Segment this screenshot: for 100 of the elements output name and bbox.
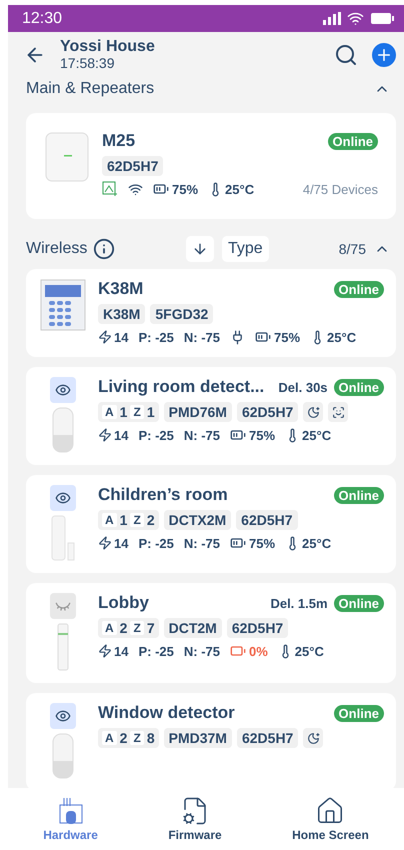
closed-eye-icon[interactable]: [50, 593, 76, 619]
device-name: Window detector: [98, 703, 236, 723]
sort-direction-button[interactable]: [186, 236, 214, 262]
device-count: 4/75 Devices: [302, 182, 378, 196]
zone-number: 8: [146, 730, 155, 746]
status-badge: Online: [334, 704, 384, 722]
n-value: N: -75: [184, 428, 220, 442]
device-card[interactable]: Living room detect... Del. 30s Online A 1 Z 1 PMD76M 62D5H7 14 P: -25 N: -75 75% 25°C: [26, 367, 396, 465]
device-name: K38M: [98, 279, 144, 299]
signal-value: 14: [114, 536, 128, 550]
wifi-icon: [128, 182, 143, 196]
status-badge: Online: [334, 486, 384, 504]
status-time: 12:30: [22, 10, 62, 28]
signal-value: 14: [114, 428, 128, 442]
device-tag: PMD37M: [164, 728, 232, 748]
zone-number: 1: [146, 404, 155, 420]
device-tag: 62D5H7: [236, 402, 298, 422]
device-tag: DCT2M: [164, 618, 222, 638]
temperature-value: 25°C: [225, 182, 254, 196]
device-tag: 5FGD32: [150, 304, 214, 324]
p-value: P: -25: [138, 644, 174, 658]
device-card[interactable]: Children’s room Online A 1 Z 2 DCTX2M 62D5H7 14 P: -25 N: -75 75% 25°C: [26, 475, 396, 573]
eye-icon[interactable]: [50, 377, 76, 403]
battery-level: 75%: [172, 182, 198, 196]
signal-value: 14: [114, 644, 128, 658]
zone-letter: Z: [130, 513, 144, 527]
battery-level: 75%: [274, 330, 300, 344]
battery-level: 75%: [249, 536, 276, 550]
lightning-icon: [98, 536, 112, 550]
page-time: 17:58:39: [60, 55, 116, 71]
area-letter: A: [102, 731, 117, 745]
sort-button[interactable]: Type: [222, 236, 269, 262]
temperature-value: 25°C: [302, 428, 332, 442]
motion-sensor-drawing: [52, 733, 74, 779]
wifi-icon: [347, 10, 364, 27]
n-value: N: -75: [184, 536, 220, 550]
battery-level: 0%: [249, 644, 268, 658]
area-letter: A: [102, 621, 117, 635]
area-letter: A: [102, 405, 117, 419]
temperature-value: 25°C: [302, 536, 332, 550]
device-tag: 62D5H7: [102, 156, 164, 176]
lightning-icon: [98, 330, 112, 344]
zone-number: 2: [146, 512, 155, 528]
delay-label: Del. 30s: [278, 380, 328, 394]
zone-letter: Z: [130, 621, 144, 635]
section-title: Wireless: [26, 240, 88, 258]
motion-sensor-drawing: [52, 407, 74, 453]
device-tag: DCTX2M: [164, 510, 232, 530]
device-tag: PMD76M: [164, 402, 232, 422]
device-name: Lobby: [98, 593, 150, 613]
hub-device-drawing: [44, 131, 90, 183]
search-button[interactable]: [334, 42, 358, 66]
lightning-icon: [98, 428, 112, 442]
device-card[interactable]: Lobby Del. 1.5m Online A 2 Z 7 DCT2M 62D5H7 14 P: -25 N: -75 0% 25°C: [26, 583, 396, 683]
status-badge: Online: [334, 378, 384, 396]
area-number: 1: [120, 512, 128, 528]
nav-tab[interactable]: Hardware: [37, 795, 104, 843]
p-value: P: -25: [138, 428, 174, 442]
eye-icon[interactable]: [50, 703, 76, 729]
info-icon: [93, 238, 116, 260]
n-value: N: -75: [184, 330, 220, 344]
area-number: 2: [120, 620, 128, 636]
device-count: 8/75: [338, 241, 366, 257]
device-tag: 62D5H7: [236, 510, 298, 530]
p-value: P: -25: [138, 330, 174, 344]
area-number: 1: [120, 404, 128, 420]
battery-level: 75%: [249, 428, 276, 442]
page-title: Yossi House: [60, 38, 156, 55]
add-button[interactable]: [372, 42, 396, 66]
device-tag: 62D5H7: [226, 618, 288, 638]
device-tag: K38M: [98, 304, 146, 324]
signal-icon: [323, 12, 341, 25]
n-value: N: -75: [184, 644, 220, 658]
temperature-value: 25°C: [294, 644, 324, 658]
nav-tab[interactable]: Firmware: [162, 795, 228, 843]
lightning-icon: [98, 644, 112, 658]
status-badge: Online: [334, 280, 384, 298]
zone-letter: Z: [130, 731, 144, 745]
door-contact-drawing: [51, 515, 75, 561]
keypad-device-drawing: [40, 279, 86, 331]
section-title: Main & Repeaters: [26, 80, 154, 98]
eye-icon[interactable]: [50, 485, 76, 511]
device-name: Children’s room: [98, 485, 229, 505]
slim-contact-drawing: [57, 623, 69, 671]
arrow-down-icon: [192, 241, 208, 257]
signal-value: 14: [114, 330, 128, 344]
delay-label: Del. 1.5m: [270, 596, 328, 610]
status-badge: Online: [328, 132, 378, 150]
battery-status-icon: [370, 12, 394, 25]
area-number: 2: [120, 730, 128, 746]
device-tag: 62D5H7: [236, 728, 298, 748]
zone-number: 7: [146, 620, 155, 636]
nav-tab[interactable]: Home Screen: [286, 795, 375, 843]
temperature-value: 25°C: [327, 330, 356, 344]
area-letter: A: [102, 513, 117, 527]
device-name: Living room detect...: [98, 377, 266, 397]
device-card[interactable]: M25 Online 62D5H7 75% 25°C 4/75 Devices: [26, 113, 396, 219]
status-badge: Online: [334, 594, 384, 612]
device-card[interactable]: K38M Online K38M 5FGD32 14 P: -25 N: -75 75% 25°C: [26, 269, 396, 357]
device-card[interactable]: Window detector Online A 2 Z 8 PMD37M 62D5H7: [26, 693, 396, 788]
